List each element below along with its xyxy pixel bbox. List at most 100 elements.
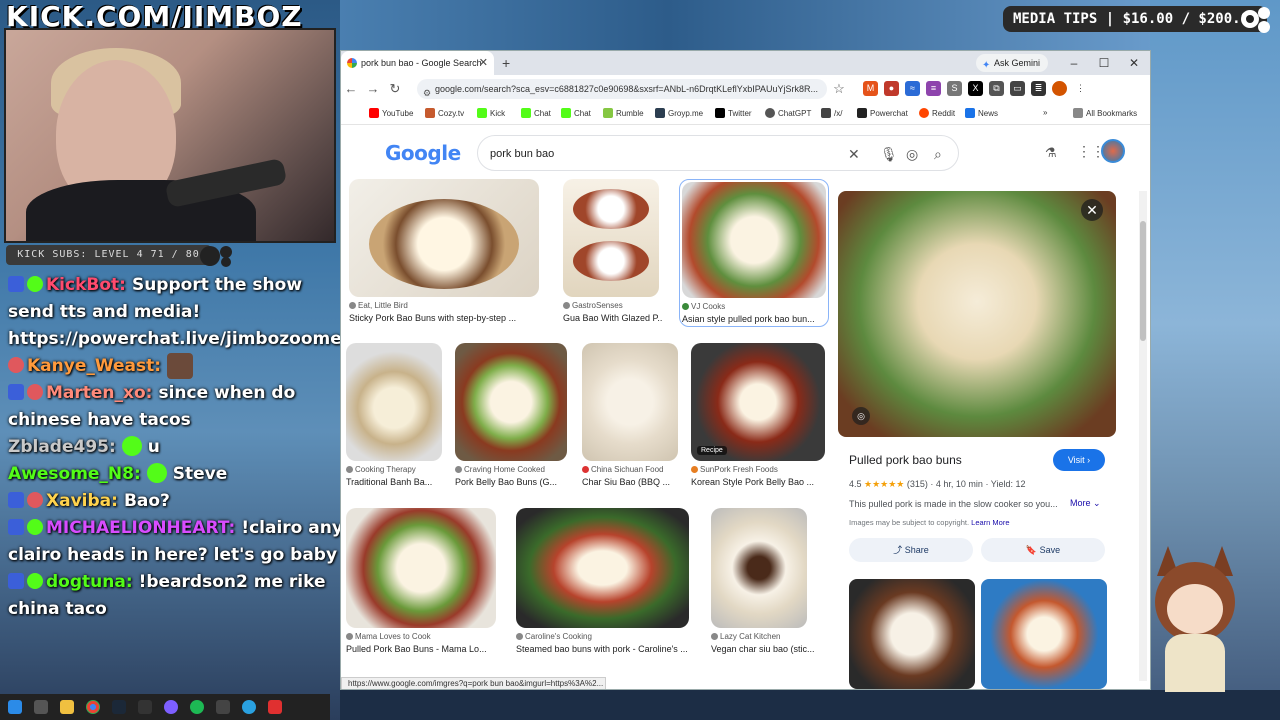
browser-tab[interactable]: pork bun bao - Google Search ✕ — [341, 51, 494, 75]
bookmark-item[interactable]: ChatGPT — [765, 108, 811, 118]
related-image[interactable] — [981, 579, 1107, 689]
bookmark-star-icon[interactable]: ☆ — [829, 79, 849, 99]
reading-list-icon[interactable]: ≣ — [1031, 81, 1046, 96]
search-box[interactable]: pork bun bao ✕ 🎙 ◎ ⌕ — [477, 135, 959, 171]
new-tab-button[interactable]: + — [502, 51, 510, 75]
result-title[interactable]: Pork Belly Bao Buns (G... — [455, 477, 568, 487]
bookmark-item[interactable]: Cozy.tv — [425, 108, 464, 118]
result-thumbnail[interactable] — [455, 343, 567, 461]
result-title[interactable]: Pulled Pork Bao Buns - Mama Lo... — [346, 644, 496, 654]
url-field[interactable]: ⚙ google.com/search?sca_esv=c6881827c0e9… — [417, 79, 827, 99]
minimize-button[interactable]: – — [1059, 51, 1089, 75]
profile-avatar[interactable] — [1101, 139, 1125, 163]
steam-icon[interactable] — [112, 700, 126, 714]
image-result[interactable]: Caroline's Cooking Steamed bao buns with… — [516, 508, 691, 654]
extension-icon[interactable]: ≈ — [905, 81, 920, 96]
ask-gemini-button[interactable]: ✦ Ask Gemini — [976, 54, 1049, 72]
bookmarks-overflow-button[interactable]: » — [1043, 108, 1047, 117]
all-bookmarks-button[interactable]: All Bookmarks — [1073, 108, 1137, 118]
task-view-icon[interactable] — [34, 700, 48, 714]
image-result[interactable]: Eat, Little Bird Sticky Pork Bao Buns wi… — [349, 179, 539, 323]
save-button[interactable]: 🔖 Save — [981, 538, 1105, 562]
bookmark-item[interactable]: Kick — [477, 108, 505, 118]
chrome-icon[interactable] — [86, 700, 100, 714]
lens-icon[interactable]: ◎ — [852, 407, 870, 425]
preview-image[interactable]: ✕ ◎ — [838, 191, 1116, 437]
extension-icon[interactable]: M — [863, 81, 878, 96]
extension-icon[interactable]: ≡ — [926, 81, 941, 96]
bookmark-item[interactable]: /x/ — [821, 108, 842, 118]
visit-button[interactable]: Visit › — [1053, 449, 1105, 471]
forward-button[interactable]: → — [363, 79, 383, 99]
result-title[interactable]: Asian style pulled pork bao bun... — [682, 314, 826, 324]
scroll-thumb[interactable] — [1140, 221, 1146, 341]
bookmark-item[interactable]: Twitter — [715, 108, 752, 118]
reload-button[interactable]: ↻ — [385, 79, 405, 99]
bookmark-item[interactable]: Powerchat — [857, 108, 908, 118]
result-thumbnail[interactable] — [682, 182, 826, 298]
result-thumbnail[interactable] — [349, 179, 539, 297]
discord-icon[interactable] — [164, 700, 178, 714]
telegram-icon[interactable] — [242, 700, 256, 714]
menu-kebab-icon[interactable]: ⋮ — [1073, 81, 1088, 96]
lens-search-icon[interactable]: ◎ — [906, 136, 918, 172]
more-link[interactable]: More ⌄ — [1070, 498, 1101, 509]
close-window-button[interactable]: ✕ — [1119, 51, 1149, 75]
terminal-icon[interactable] — [138, 700, 152, 714]
learn-more-link[interactable]: Learn More — [971, 518, 1009, 527]
bookmark-item[interactable]: News — [965, 108, 998, 118]
result-thumbnail[interactable] — [711, 508, 807, 628]
result-title[interactable]: Char Siu Bao (BBQ ... — [582, 477, 678, 487]
result-thumbnail[interactable] — [582, 343, 678, 461]
share-button[interactable]: ⤴ Share — [849, 538, 973, 562]
related-image[interactable] — [849, 579, 975, 689]
obs-icon[interactable] — [268, 700, 282, 714]
image-result[interactable]: GastroSenses Gua Bao With Glazed P... — [563, 179, 663, 323]
result-thumbnail[interactable] — [516, 508, 689, 628]
google-logo[interactable]: Google — [385, 141, 461, 165]
tab-close-icon[interactable]: ✕ — [479, 51, 488, 75]
voice-search-icon[interactable]: 🎙 — [880, 136, 898, 172]
close-icon[interactable]: ✕ — [1081, 199, 1103, 221]
result-thumbnail[interactable]: Recipe — [691, 343, 825, 461]
image-result[interactable]: China Sichuan Food Char Siu Bao (BBQ ... — [582, 343, 678, 487]
clear-search-icon[interactable]: ✕ — [848, 136, 860, 172]
app-icon[interactable] — [216, 700, 230, 714]
bookmark-item[interactable]: Groyp.me — [655, 108, 703, 118]
bookmark-item[interactable]: YouTube — [369, 108, 413, 118]
sidebar-icon[interactable]: ▭ — [1010, 81, 1025, 96]
labs-flask-icon[interactable]: ⚗ — [1045, 145, 1057, 161]
result-title[interactable]: Sticky Pork Bao Buns with step-by-step .… — [349, 313, 539, 323]
image-result[interactable]: Craving Home Cooked Pork Belly Bao Buns … — [455, 343, 568, 487]
bookmark-item[interactable]: Reddit — [919, 108, 955, 118]
windows-start-icon[interactable] — [8, 700, 22, 714]
image-result[interactable]: Mama Loves to Cook Pulled Pork Bao Buns … — [346, 508, 496, 654]
x-extension-icon[interactable]: X — [968, 81, 983, 96]
profile-avatar-icon[interactable] — [1052, 81, 1067, 96]
extension-icon[interactable]: S — [947, 81, 962, 96]
preview-title[interactable]: Pulled pork bao buns — [849, 453, 962, 467]
maximize-button[interactable]: ☐ — [1089, 51, 1119, 75]
result-title[interactable]: Steamed bao buns with pork - Caroline's … — [516, 644, 691, 654]
result-title[interactable]: Korean Style Pork Belly Bao ... — [691, 477, 825, 487]
spotify-icon[interactable] — [190, 700, 204, 714]
image-result[interactable]: Cooking Therapy Traditional Banh Ba... — [346, 343, 442, 487]
result-title[interactable]: Traditional Banh Ba... — [346, 477, 442, 487]
puzzle-icon[interactable]: ⧉ — [989, 81, 1004, 96]
result-thumbnail[interactable] — [563, 179, 659, 297]
image-result[interactable]: Recipe SunPork Fresh Foods Korean Style … — [691, 343, 825, 487]
image-result-selected[interactable]: VJ Cooks Asian style pulled pork bao bun… — [679, 179, 829, 327]
bookmark-item[interactable]: Rumble — [603, 108, 644, 118]
file-explorer-icon[interactable] — [60, 700, 74, 714]
result-title[interactable]: Vegan char siu bao (stic... — [711, 644, 821, 654]
search-query[interactable]: pork bun bao — [490, 136, 554, 172]
extension-icon[interactable]: ● — [884, 81, 899, 96]
site-info-icon[interactable]: ⚙ — [423, 83, 431, 99]
back-button[interactable]: ← — [341, 79, 361, 99]
search-icon[interactable]: ⌕ — [934, 136, 942, 172]
result-title[interactable]: Gua Bao With Glazed P... — [563, 313, 663, 323]
result-thumbnail[interactable] — [346, 343, 442, 461]
bookmark-item[interactable]: Chat — [521, 108, 551, 118]
bookmark-item[interactable]: Chat — [561, 108, 591, 118]
result-thumbnail[interactable] — [346, 508, 496, 628]
